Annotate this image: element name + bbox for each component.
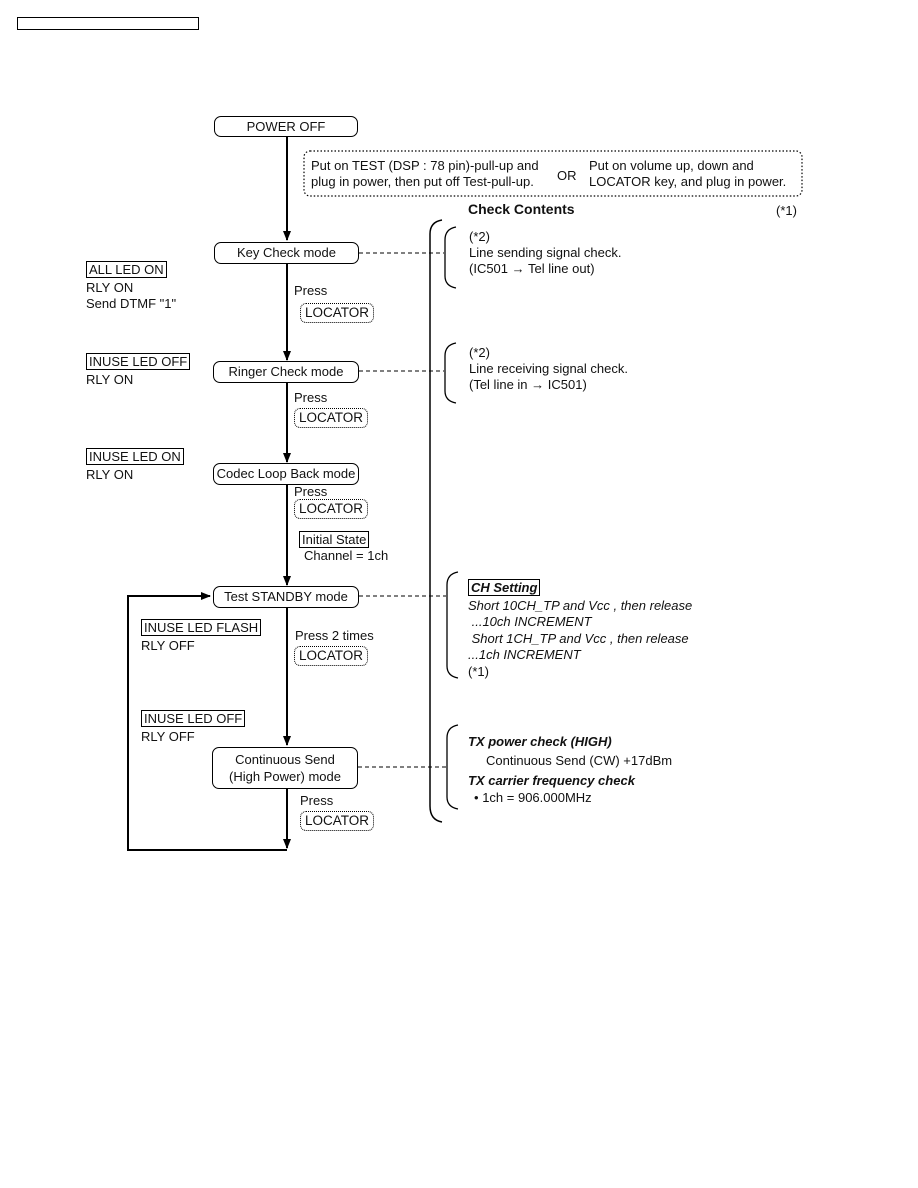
status-led-badge: INUSE LED FLASH xyxy=(141,619,262,636)
ch-setting-contents: CH Setting Short 10CH_TP and Vcc , then … xyxy=(468,579,693,679)
mode-codec-loop-back: Codec Loop Back mode xyxy=(213,463,359,485)
tx-check-contents: TX power check (HIGH) Continuous Send (C… xyxy=(468,734,673,805)
transition-action: Press xyxy=(294,484,328,499)
mode-ringer-check: Ringer Check mode xyxy=(213,361,359,383)
locator-key: LOCATOR xyxy=(294,499,369,519)
transition-action: Press xyxy=(300,793,334,808)
check-contents-footnote: (*1) xyxy=(776,203,797,218)
status-codec-loop-back: INUSE LED ON RLY ON xyxy=(86,448,184,483)
status-led-badge: INUSE LED OFF xyxy=(86,353,191,370)
status-led-badge: INUSE LED ON xyxy=(86,448,184,465)
transition-action: Press xyxy=(294,390,328,405)
status-led-badge: ALL LED ON xyxy=(86,261,167,278)
ch-setting-title: CH Setting xyxy=(468,579,541,596)
power-off-box: POWER OFF xyxy=(214,116,358,137)
arrow-right-icon: → xyxy=(511,261,525,276)
status-ringer-check: INUSE LED OFF RLY ON xyxy=(86,353,191,388)
locator-key: LOCATOR xyxy=(294,408,369,428)
locator-key: LOCATOR xyxy=(300,811,375,831)
bullet-icon: • xyxy=(474,790,479,805)
status-led-badge: INUSE LED OFF xyxy=(141,710,246,727)
arrow-right-icon: → xyxy=(531,377,545,392)
entry-option-a: Put on TEST (DSP : 78 pin)-pull-up and p… xyxy=(311,158,539,189)
transition-action: Press xyxy=(294,283,328,298)
mode-continuous-send-line1: Continuous Send xyxy=(235,752,335,767)
check-contents-bracket xyxy=(429,219,443,823)
status-key-check: ALL LED ON RLY ON Send DTMF "1" xyxy=(86,261,177,311)
status-test-standby: INUSE LED FLASH RLY OFF xyxy=(141,619,262,654)
check-contents-title: Check Contents xyxy=(468,201,575,217)
mode-key-check: Key Check mode xyxy=(214,242,359,264)
transition-action: Press 2 times xyxy=(295,628,374,643)
initial-state-label: Initial State xyxy=(299,531,370,548)
entry-option-b: Put on volume up, down and LOCATOR key, … xyxy=(589,158,787,189)
entry-or-label: OR xyxy=(557,168,577,183)
mode-continuous-send: Continuous Send (High Power) mode xyxy=(212,747,358,789)
locator-key: LOCATOR xyxy=(300,303,375,323)
initial-state-value: Channel = 1ch xyxy=(304,548,389,563)
mode-test-standby: Test STANDBY mode xyxy=(213,586,359,608)
ringer-check-contents: (*2) Line receiving signal check. (Tel l… xyxy=(469,345,628,392)
key-check-contents: (*2) Line sending signal check. (IC501 →… xyxy=(469,229,622,276)
mode-continuous-send-line2: (High Power) mode xyxy=(229,769,341,784)
status-continuous-send: INUSE LED OFF RLY OFF xyxy=(141,710,246,745)
locator-key: LOCATOR xyxy=(294,646,369,666)
